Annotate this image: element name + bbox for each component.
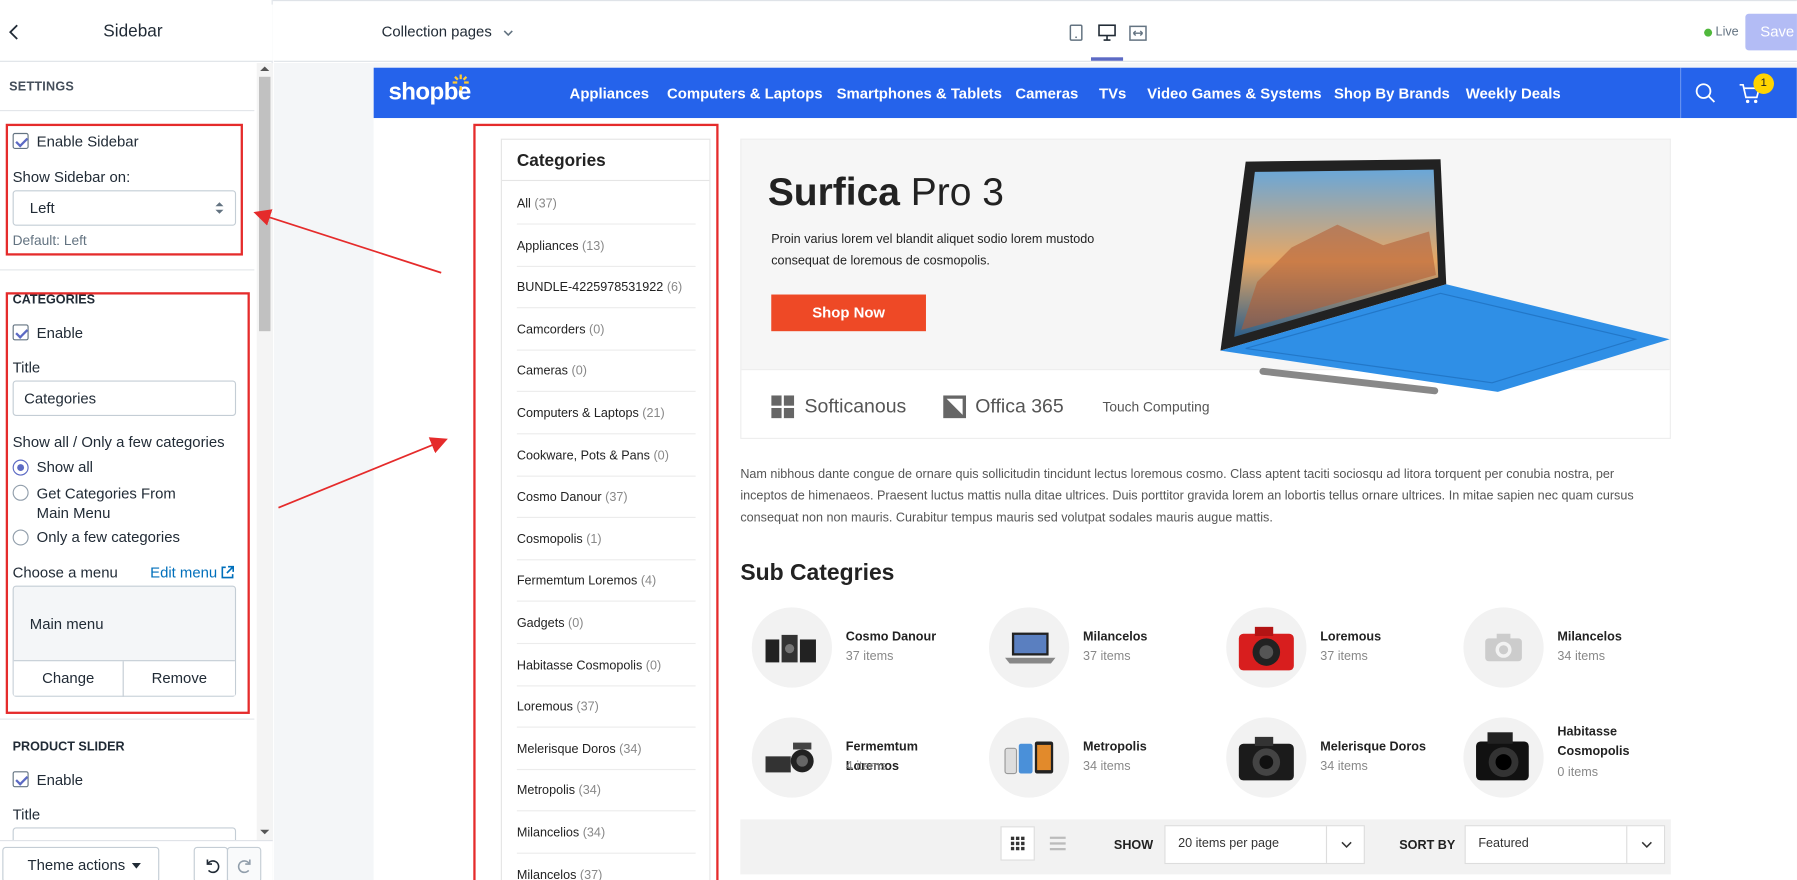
theme-editor: Sidebar SETTINGS Enable Sidebar Show Sid… bbox=[0, 0, 1797, 880]
annotation-arrows bbox=[253, 209, 448, 509]
